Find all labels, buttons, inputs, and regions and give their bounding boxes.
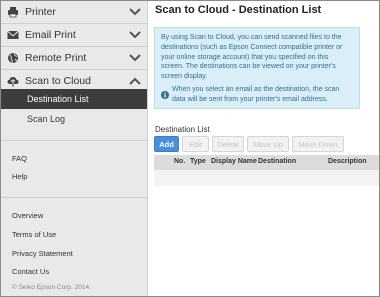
table-body [154,170,379,186]
help-link[interactable]: Help [12,172,27,181]
chevron-up-icon[interactable] [128,75,142,87]
app-window: Printer Email Print Remote Print Scan to… [0,0,380,297]
column-header-no: No. [174,158,186,165]
move-up-button[interactable]: Move Up [247,136,289,152]
sidebar-subitem-label: Scan Log [27,114,66,124]
sidebar-item-remote-print[interactable]: Remote Print [1,47,147,70]
edit-button[interactable]: Edit [182,136,209,152]
info-note-text: When you select an email as the destinat… [172,85,340,103]
contact-us-link[interactable]: Contact Us [12,267,49,276]
privacy-statement-link[interactable]: Privacy Statement [12,249,73,258]
table-header: No. Type Display Name Destination Descri… [154,155,379,170]
chevron-down-icon[interactable] [128,29,142,41]
overview-link[interactable]: Overview [12,211,43,220]
add-button[interactable]: Add [154,136,179,152]
info-box: By using Scan to Cloud, you can send sca… [154,27,360,109]
sidebar-item-label: Remote Print [25,52,87,64]
sidebar-subitem-destination-list[interactable]: Destination List [1,89,147,109]
terms-of-use-link[interactable]: Terms of Use [12,230,56,239]
sidebar-item-label: Scan to Cloud [25,75,91,87]
divider [1,197,147,198]
column-header-display-name: Display Name [211,158,257,165]
globe-icon [7,52,19,64]
page-title: Scan to Cloud - Destination List [155,4,322,16]
chevron-down-icon[interactable] [128,52,142,64]
info-text: By using Scan to Cloud, you can send sca… [161,34,343,81]
destination-list-label: Destination List [155,125,210,134]
faq-link[interactable]: FAQ [12,154,27,163]
sidebar-subitem-scan-log[interactable]: Scan Log [1,109,147,129]
toolbar: Add Edit Delete Move Up Move Down [154,136,347,152]
sidebar-item-label: Email Print [25,29,76,41]
info-icon [161,86,169,99]
delete-button[interactable]: Delete [212,136,244,152]
sidebar-subitem-label: Destination List [27,94,89,104]
sidebar-item-email-print[interactable]: Email Print [1,24,147,47]
copyright-text: © Seiko Epson Corp. 2014. [12,284,91,291]
cloud-upload-icon [7,75,19,87]
printer-icon [7,6,19,18]
sidebar: Printer Email Print Remote Print Scan to… [1,1,148,296]
sidebar-item-label: Printer [25,6,56,18]
column-header-type: Type [190,158,206,165]
info-note: When you select an email as the destinat… [161,85,353,105]
column-header-description: Description [328,158,367,165]
column-header-destination: Destination [258,158,297,165]
move-down-button[interactable]: Move Down [292,136,344,152]
divider [1,140,147,141]
sidebar-item-printer[interactable]: Printer [1,1,147,24]
chevron-down-icon[interactable] [128,6,142,18]
main-content: Scan to Cloud - Destination List By usin… [147,1,379,296]
envelope-icon [7,29,19,41]
